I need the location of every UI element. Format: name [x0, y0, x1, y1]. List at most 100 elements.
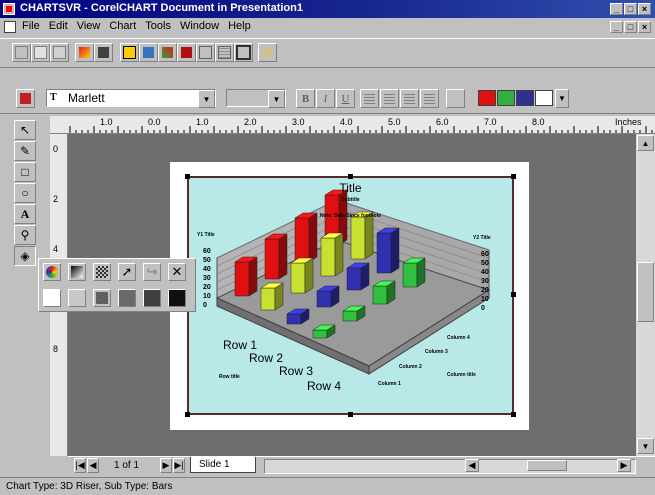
selection-handle[interactable]: [348, 174, 353, 179]
fountain-fill-icon[interactable]: ↪: [143, 263, 161, 281]
row-axis-title[interactable]: Row title: [219, 374, 240, 380]
chart-footnote[interactable]: Note: Data Since footnote: [189, 213, 512, 219]
justify-button[interactable]: [420, 89, 439, 108]
menu-chart[interactable]: Chart: [109, 20, 136, 32]
outline-button[interactable]: [196, 43, 215, 62]
scroll-thumb[interactable]: [637, 262, 654, 322]
dark-gray-fill-icon[interactable]: [143, 289, 161, 307]
line-tool-icon[interactable]: ➚: [118, 263, 136, 281]
chart-wizard-button[interactable]: [75, 43, 94, 62]
italic-button[interactable]: I: [316, 89, 335, 108]
color-dropdown-button[interactable]: ▼: [555, 89, 569, 108]
bar[interactable]: [294, 212, 318, 263]
chevron-down-icon[interactable]: ▼: [268, 90, 285, 108]
bar[interactable]: [350, 211, 374, 260]
chevron-down-icon[interactable]: ▼: [198, 90, 215, 108]
copy-button[interactable]: [31, 43, 50, 62]
chart-page[interactable]: Title Subtitle Note: Data Since footnote…: [170, 162, 529, 430]
white-fill-icon[interactable]: [43, 289, 61, 307]
menu-help[interactable]: Help: [228, 20, 251, 32]
white-swatch[interactable]: [535, 90, 553, 106]
horizontal-scrollbar[interactable]: ◀ ▶: [264, 459, 636, 474]
prev-page-icon[interactable]: ◀: [87, 458, 99, 473]
bar[interactable]: [376, 227, 400, 274]
column-label[interactable]: Column 3: [425, 349, 448, 355]
bar[interactable]: [234, 256, 258, 297]
black-fill-icon[interactable]: [168, 289, 186, 307]
vertical-scrollbar[interactable]: ▲ ▼: [636, 134, 655, 456]
bar[interactable]: [316, 285, 340, 308]
scroll-down-icon[interactable]: ▼: [637, 438, 654, 454]
data-manager-button[interactable]: [120, 43, 139, 62]
grid-button[interactable]: [215, 43, 234, 62]
pointer-tool-icon[interactable]: ↖: [14, 120, 36, 140]
selection-handle[interactable]: [511, 174, 516, 179]
menu-file[interactable]: File: [22, 20, 40, 32]
chart-frame[interactable]: Title Subtitle Note: Data Since footnote…: [187, 176, 514, 415]
draw-button[interactable]: [158, 43, 177, 62]
selection-handle[interactable]: [511, 292, 516, 297]
row-label[interactable]: Row 2: [249, 351, 283, 365]
align-center-button[interactable]: [380, 89, 399, 108]
ellipse-tool-icon[interactable]: ○: [14, 183, 36, 203]
selection-handle[interactable]: [348, 412, 353, 417]
scroll-left-icon[interactable]: ◀: [465, 459, 479, 472]
close-button[interactable]: ×: [638, 3, 651, 15]
column-label[interactable]: Column 4: [447, 335, 470, 341]
spacing-button[interactable]: [446, 89, 465, 108]
menu-view[interactable]: View: [77, 20, 101, 32]
bold-button[interactable]: B: [296, 89, 315, 108]
light-gray-fill-icon[interactable]: [68, 289, 86, 307]
bar[interactable]: [346, 262, 370, 291]
underline-button[interactable]: U: [336, 89, 355, 108]
bar[interactable]: [264, 233, 288, 280]
doc-minimize-button[interactable]: _: [610, 21, 623, 33]
cut-button[interactable]: [12, 43, 31, 62]
pencil-tool-icon[interactable]: ✎: [14, 141, 36, 161]
bar[interactable]: [290, 257, 314, 294]
no-fill-icon[interactable]: ✕: [168, 263, 186, 281]
font-select[interactable]: T Marlett ▼: [46, 89, 216, 108]
blue-swatch[interactable]: [516, 90, 534, 106]
scroll-right-icon[interactable]: ▶: [617, 459, 631, 472]
column-axis-title[interactable]: Column title: [447, 372, 476, 378]
font-size-select[interactable]: ▼: [226, 89, 286, 108]
app-icon[interactable]: [3, 3, 15, 15]
align-right-button[interactable]: [400, 89, 419, 108]
red-swatch[interactable]: [478, 90, 496, 106]
horizontal-ruler[interactable]: 1.0 0.0 1.0 2.0 3.0 4.0 5.0 6.0 7.0 8.0 …: [50, 116, 655, 134]
next-page-icon[interactable]: ▶: [160, 458, 172, 473]
y1-axis-title[interactable]: Y1 Title: [197, 232, 215, 238]
row-label[interactable]: Row 4: [307, 379, 341, 393]
document-icon[interactable]: [4, 21, 16, 33]
frame-button[interactable]: [234, 43, 253, 62]
selection-handle[interactable]: [185, 412, 190, 417]
chart-title[interactable]: Title: [189, 181, 512, 195]
zoom-tool-icon[interactable]: ⚲: [14, 225, 36, 245]
text-button[interactable]: [139, 43, 158, 62]
hscroll-thumb[interactable]: [527, 460, 567, 471]
fill-tool-icon[interactable]: ◈: [14, 246, 36, 266]
color-wheel-icon[interactable]: [43, 263, 61, 281]
last-page-icon[interactable]: ▶|: [173, 458, 185, 473]
y2-axis-title[interactable]: Y2 Title: [473, 235, 491, 241]
maximize-button[interactable]: □: [624, 3, 637, 15]
doc-close-button[interactable]: ×: [638, 21, 651, 33]
selection-handle[interactable]: [511, 412, 516, 417]
selection-handle[interactable]: [185, 174, 190, 179]
column-label[interactable]: Column 1: [378, 381, 401, 387]
first-page-icon[interactable]: |◀: [74, 458, 86, 473]
column-label[interactable]: Column 2: [399, 364, 422, 370]
photo-button[interactable]: [94, 43, 113, 62]
fill-color-button[interactable]: [16, 89, 35, 108]
row-label[interactable]: Row 3: [279, 364, 313, 378]
minimize-button[interactable]: _: [610, 3, 623, 15]
text-tool-icon[interactable]: A: [14, 204, 36, 224]
green-swatch[interactable]: [497, 90, 515, 106]
bar[interactable]: [372, 280, 396, 305]
doc-restore-button[interactable]: □: [624, 21, 637, 33]
row-label[interactable]: Row 1: [223, 338, 257, 352]
gradient-fill-icon[interactable]: [68, 263, 86, 281]
tab-slide-1[interactable]: Slide 1: [190, 457, 256, 473]
menu-tools[interactable]: Tools: [145, 20, 171, 32]
